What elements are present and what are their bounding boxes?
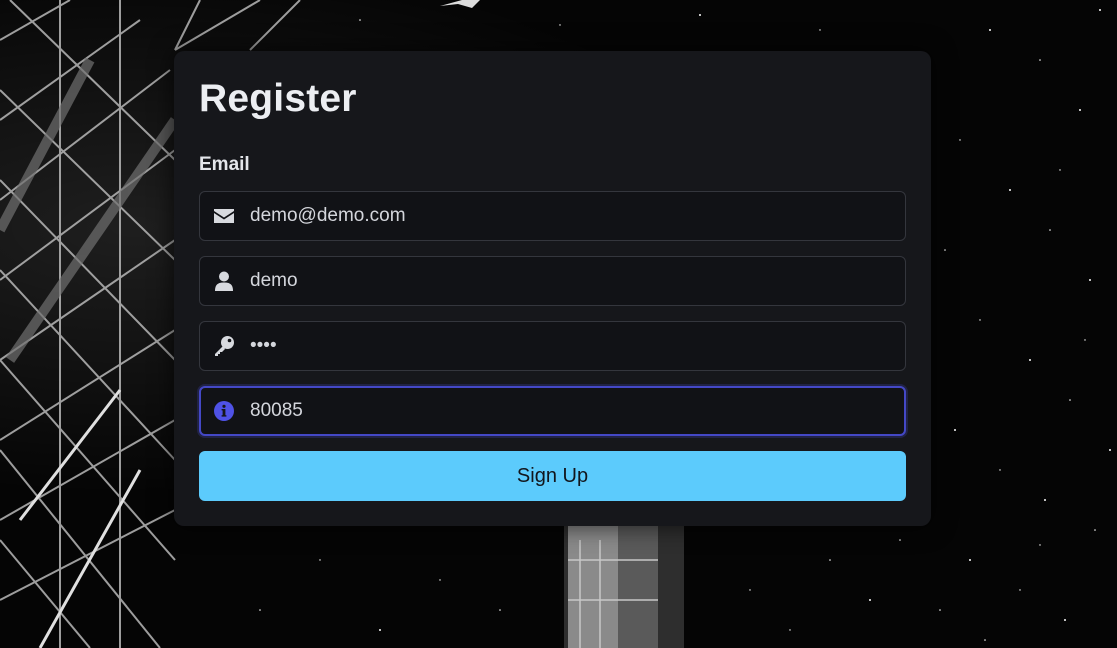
info-circle-icon (213, 400, 235, 422)
username-field[interactable] (199, 256, 906, 306)
password-input[interactable] (250, 322, 890, 370)
email-input[interactable] (250, 192, 890, 240)
email-label: Email (199, 154, 250, 175)
envelope-icon (213, 205, 235, 227)
register-card: Register Email demo@demo.com demo 80085 … (174, 51, 931, 526)
code-input[interactable] (250, 388, 890, 434)
user-icon (213, 270, 235, 292)
username-input[interactable] (250, 257, 890, 305)
sign-up-button[interactable]: Sign Up (199, 451, 906, 501)
email-field[interactable] (199, 191, 906, 241)
key-icon (213, 335, 235, 357)
password-field[interactable] (199, 321, 906, 371)
code-field[interactable] (199, 386, 906, 436)
page-title: Register (199, 77, 357, 120)
